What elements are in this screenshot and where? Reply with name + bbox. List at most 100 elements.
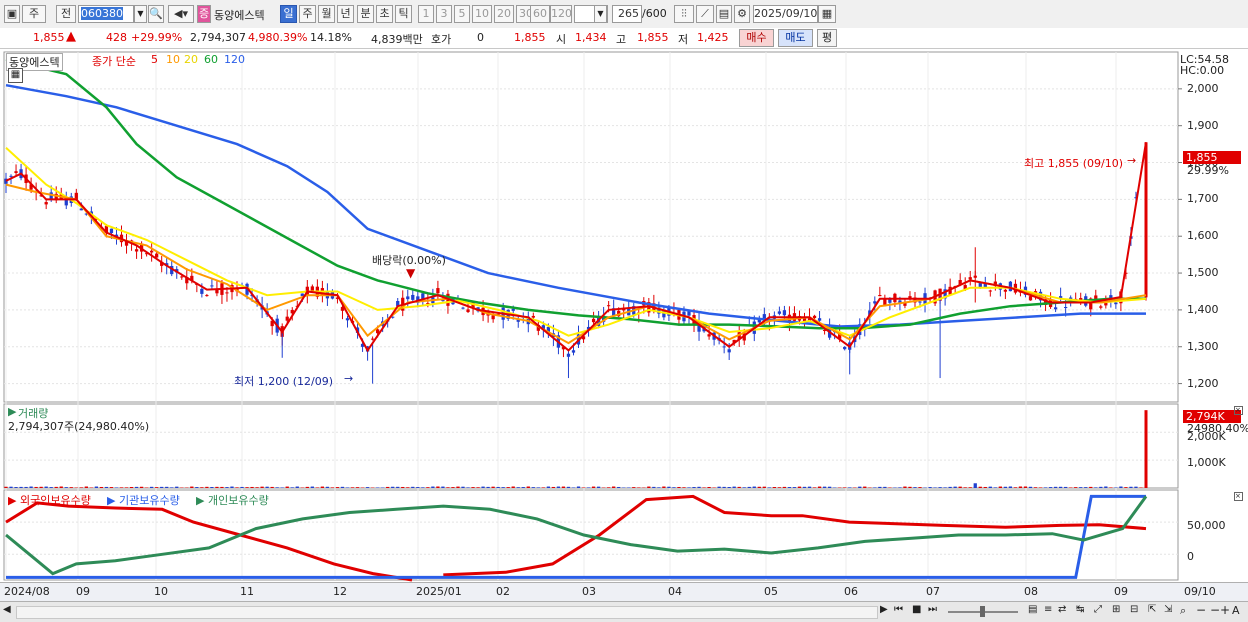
interval-5[interactable]: 5 [454, 5, 470, 23]
volume-bar [456, 487, 459, 488]
minus-icon[interactable]: − [1210, 603, 1220, 617]
volume-bar [753, 487, 756, 488]
individual-legend-label: 개인보유수량 [208, 494, 269, 507]
period-second-tab[interactable]: 초 [376, 5, 393, 23]
institution-legend[interactable]: ▶ 기관보유수량 [107, 492, 180, 508]
period-year-tab[interactable]: 년 [337, 5, 354, 23]
candle-body [1004, 290, 1007, 292]
window-menu-icon[interactable]: ▣ [4, 5, 20, 23]
chart-tool-icon-7[interactable]: ⊟ [1130, 604, 1138, 615]
save-icon[interactable]: ▤ [716, 5, 732, 23]
volume-bar [758, 487, 761, 488]
chart-tool-icon-3[interactable]: ⇄ [1058, 604, 1066, 615]
chart-tool-icon-9[interactable]: ⇲ [1164, 604, 1172, 615]
rewind-icon[interactable]: ⏮ [894, 604, 903, 615]
volume-bar [125, 487, 128, 488]
period-type-select[interactable]: 주 [22, 5, 46, 23]
sound-icon[interactable]: ◀▾ [168, 5, 194, 23]
interval-3[interactable]: 3 [436, 5, 452, 23]
interval-60[interactable]: 60 [530, 5, 550, 23]
gear-icon[interactable]: ⚙ [734, 5, 750, 23]
zoom-out-icon[interactable]: − [1196, 603, 1206, 617]
volume-bar [396, 487, 399, 488]
volume-bar [401, 487, 404, 488]
prev-button[interactable]: 전 [56, 5, 76, 23]
price-tick-label: 1,700 [1187, 192, 1219, 205]
institution-legend-label: 기관보유수량 [119, 494, 180, 507]
zoom-slider-thumb[interactable] [980, 606, 985, 617]
table-icon[interactable]: ▦ [8, 68, 23, 83]
buy-button[interactable]: 매수 [739, 29, 774, 47]
candle-type-icon[interactable]: ⫶⫶ [674, 5, 694, 23]
ma60-legend[interactable]: 60 [204, 53, 218, 66]
volume-bar [100, 487, 103, 488]
calendar-icon[interactable]: ▦ [818, 5, 836, 23]
interval-20[interactable]: 20 [494, 5, 514, 23]
volume-bar [557, 487, 560, 488]
period-month-tab[interactable]: 월 [318, 5, 335, 23]
foreign-legend[interactable]: ▶ 외국인보유수량 [8, 492, 91, 508]
scroll-left-icon[interactable]: ◀ [3, 604, 11, 615]
period-day-tab[interactable]: 일 [280, 5, 297, 23]
stock-chart[interactable] [0, 49, 1248, 603]
individual-legend[interactable]: ▶ 개인보유수량 [196, 492, 269, 508]
interval-dropdown[interactable]: ▼ [594, 5, 607, 23]
scroll-right-icon[interactable]: ▶ [880, 604, 888, 615]
price-change-pct: +29.99% [131, 31, 182, 44]
stock-name: 동양에스텍 [214, 7, 265, 23]
sell-button[interactable]: 매도 [778, 29, 813, 47]
volume-bar [587, 487, 590, 488]
volume-bar [808, 487, 811, 488]
scroll-track[interactable] [16, 606, 878, 619]
search-icon[interactable]: 🔍 [148, 5, 164, 23]
volume-close-icon[interactable]: × [1234, 406, 1243, 415]
volume-bar [19, 487, 22, 488]
volume-bar [386, 487, 389, 488]
interval-10[interactable]: 10 [472, 5, 492, 23]
date-input[interactable]: 2025/09/10 [753, 5, 818, 23]
interval-120[interactable]: 120 [550, 5, 572, 23]
volume-bar [1009, 486, 1012, 488]
auto-scale-icon[interactable]: A [1232, 604, 1240, 617]
stop-icon[interactable]: ■ [912, 604, 921, 615]
volume-bar [617, 487, 620, 488]
ma5-legend[interactable]: 5 [151, 53, 158, 66]
volume-bar [391, 487, 394, 488]
ma120-legend[interactable]: 120 [224, 53, 245, 66]
forward-icon[interactable]: ⏭ [928, 604, 937, 615]
volume-bar [984, 487, 987, 488]
candle-body [411, 295, 414, 300]
chart-tool-icon-4[interactable]: ↹ [1076, 604, 1084, 615]
low-arrow-icon: → [344, 372, 353, 385]
count-input[interactable]: 265 [612, 5, 642, 23]
high-annotation: 최고 1,855 (09/10) [1024, 155, 1123, 171]
chart-tool-icon-8[interactable]: ⇱ [1148, 604, 1156, 615]
code-dropdown[interactable]: ▼ [134, 5, 147, 23]
current-price-tag: 1,855 [1183, 151, 1241, 164]
zoom-in-icon[interactable]: + [1220, 603, 1230, 617]
stock-code-input[interactable]: 060380 [78, 5, 134, 23]
volume-bar [35, 487, 38, 488]
period-week-tab[interactable]: 주 [299, 5, 316, 23]
low-price: 1,425 [697, 31, 729, 44]
ma-legend-label[interactable]: 종가 단순 [92, 53, 136, 69]
chart-tool-icon-2[interactable]: ≡ [1044, 604, 1052, 615]
interval-1[interactable]: 1 [418, 5, 434, 23]
candle-body [728, 349, 731, 352]
chart-tool-icon-6[interactable]: ⊞ [1112, 604, 1120, 615]
period-minute-tab[interactable]: 분 [357, 5, 374, 23]
chart-tool-icon-5[interactable]: ⤢ [1094, 604, 1102, 615]
volume-bar [928, 487, 931, 488]
ma20-legend[interactable]: 20 [184, 53, 198, 66]
low-annotation: 최저 1,200 (12/09) [234, 373, 333, 389]
chart-tool-icon-1[interactable]: ▤ [1028, 604, 1037, 615]
line-tool-icon[interactable]: ⟋ [696, 5, 714, 23]
candle-body [878, 295, 881, 296]
eval-button[interactable]: 평 [817, 29, 837, 47]
holdings-close-icon[interactable]: × [1234, 492, 1243, 501]
zoom-icon[interactable]: ⌕ [1180, 604, 1186, 618]
ma10-legend[interactable]: 10 [166, 53, 180, 66]
volume-bar [29, 487, 32, 488]
volume-bar [451, 487, 454, 488]
period-tick-tab[interactable]: 틱 [395, 5, 412, 23]
